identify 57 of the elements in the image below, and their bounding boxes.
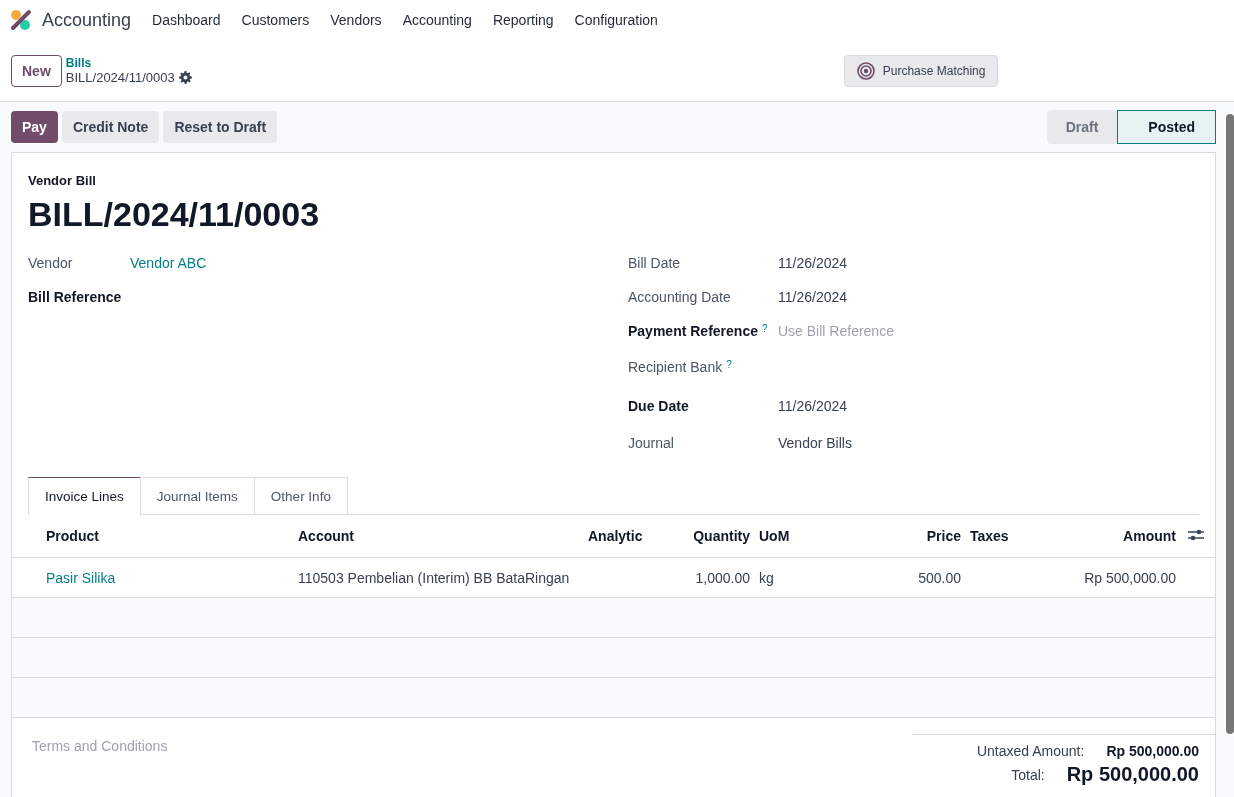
help-tooltip[interactable]: ?: [761, 323, 768, 334]
table-cell: Rp 500,000.00: [1084, 569, 1176, 586]
column-header[interactable]: Amount: [1071, 515, 1177, 558]
field-label: Payment Reference: [628, 323, 758, 339]
field-value: Vendor Bills: [778, 435, 852, 451]
target-icon: [856, 61, 875, 80]
menu-item[interactable]: Reporting: [492, 12, 554, 28]
tab[interactable]: Other Info: [253, 477, 348, 514]
field-value: 11/26/2024: [778, 289, 848, 305]
menu-item[interactable]: Configuration: [574, 12, 658, 28]
column-header[interactable]: UoM: [758, 515, 870, 558]
total-value: Rp 500,000.00: [1066, 763, 1199, 786]
action-button[interactable]: Pay: [11, 111, 58, 143]
product-link[interactable]: Pasir Silika: [46, 569, 116, 586]
field-label: Journal: [628, 435, 674, 451]
new-button[interactable]: New: [11, 54, 62, 87]
status-step[interactable]: Draft: [1046, 110, 1118, 144]
menu-item[interactable]: Accounting: [402, 12, 472, 28]
table-cell: 110503 Pembelian (Interim) BB BataRingan: [298, 569, 570, 586]
column-header[interactable]: Quantity: [669, 515, 758, 558]
column-header[interactable]: Product: [12, 515, 297, 558]
field-value: 11/26/2024: [778, 255, 848, 271]
field-label: Vendor: [28, 255, 74, 271]
column-header[interactable]: Price: [870, 515, 969, 558]
field-label: Bill Reference: [28, 289, 123, 305]
table-cell: 1,000.00: [695, 569, 750, 586]
purchase-matching-button[interactable]: Purchase Matching: [843, 54, 999, 87]
total-label: Total:: [1011, 766, 1045, 783]
column-header[interactable]: Analytic: [587, 515, 669, 558]
record-name: BILL/2024/11/0003: [65, 70, 175, 85]
field-value: 11/26/2024: [778, 398, 848, 414]
column-settings-icon[interactable]: [1188, 527, 1204, 542]
menu-item[interactable]: Dashboard: [152, 12, 221, 28]
document-type: Vendor Bill: [27, 172, 97, 188]
menu-item[interactable]: Customers: [241, 12, 310, 28]
help-tooltip[interactable]: ?: [726, 359, 732, 370]
tab[interactable]: Invoice Lines: [28, 477, 141, 515]
action-button[interactable]: Reset to Draft: [163, 111, 278, 143]
table-cell: kg: [759, 569, 774, 586]
column-header[interactable]: Taxes: [969, 515, 1071, 558]
app-name[interactable]: Accounting: [42, 9, 132, 31]
bill-title: BILL/2024/11/0003: [28, 195, 321, 234]
field-label: Accounting Date: [628, 289, 731, 305]
column-header[interactable]: Account: [297, 515, 587, 558]
field-label: Recipient Bank: [628, 359, 723, 375]
field-label: Bill Date: [628, 255, 681, 271]
total-value: Rp 500,000.00: [1106, 743, 1199, 759]
status-step[interactable]: Posted: [1117, 110, 1216, 144]
breadcrumb-link[interactable]: Bills: [65, 56, 192, 70]
action-button[interactable]: Credit Note: [61, 111, 160, 143]
menu-item[interactable]: Vendors: [330, 12, 382, 28]
settings-icon[interactable]: [178, 71, 192, 84]
field-label: Due Date: [628, 398, 689, 414]
app-logo-icon[interactable]: [10, 9, 32, 31]
table-cell: 500.00: [918, 569, 961, 586]
total-label: Untaxed Amount:: [976, 743, 1085, 759]
vendor-link[interactable]: Vendor ABC: [130, 255, 207, 271]
